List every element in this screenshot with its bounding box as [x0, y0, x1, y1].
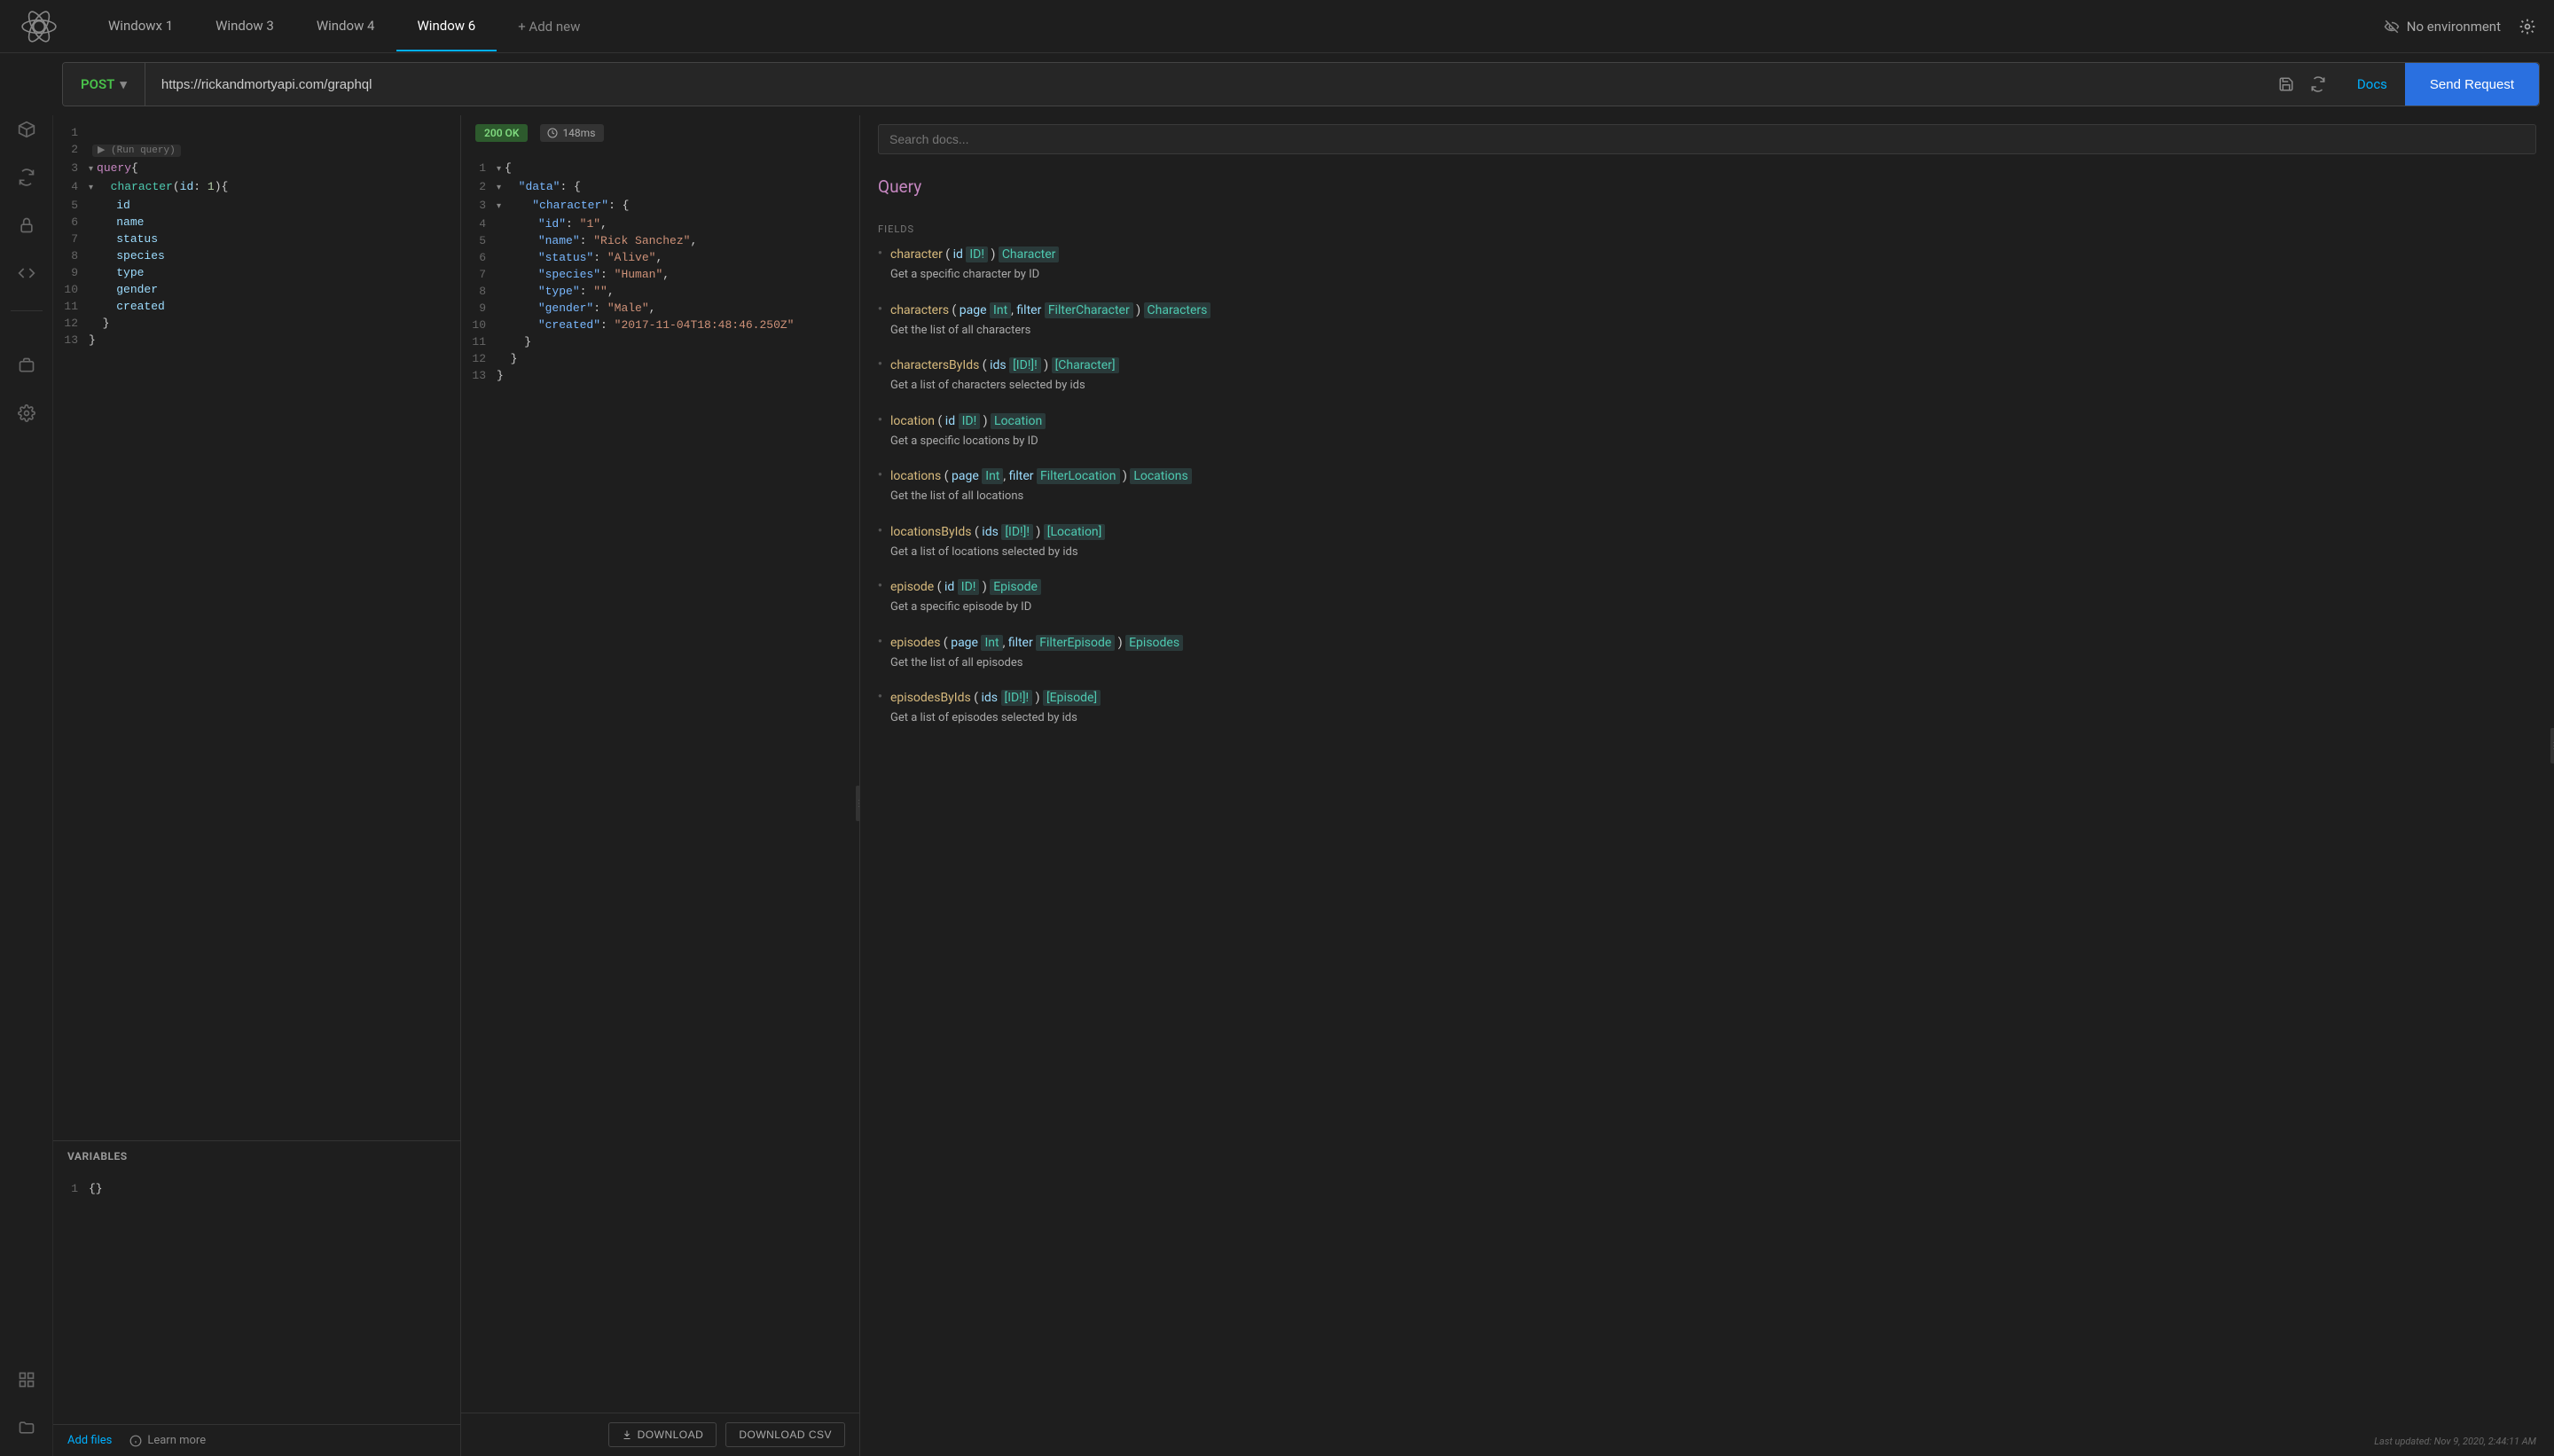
query-footer: Add files Learn more — [53, 1424, 460, 1456]
response-timing: 148ms — [540, 124, 604, 142]
variables-header: VARIABLES — [53, 1141, 460, 1171]
environment-selector[interactable]: No environment — [2384, 19, 2501, 35]
query-pane: 12▶ (Run query)3▾query{4▾ character(id: … — [53, 115, 461, 1456]
learn-more-label: Learn more — [147, 1434, 206, 1447]
http-method-select[interactable]: POST ▾ — [63, 63, 145, 106]
url-input[interactable] — [145, 63, 2265, 106]
variables-content: {} — [89, 1182, 103, 1195]
docs-field-item[interactable]: locationsByIds ( ids [ID!]! ) [Location]… — [878, 523, 2536, 561]
docs-field-item[interactable]: charactersByIds ( ids [ID!]! ) [Characte… — [878, 356, 2536, 395]
window-tab[interactable]: Window 4 — [295, 2, 396, 51]
download-label: DOWNLOAD — [638, 1429, 704, 1441]
download-icon — [622, 1429, 632, 1440]
sidebar — [0, 53, 53, 1456]
download-csv-button[interactable]: DOWNLOAD CSV — [725, 1422, 845, 1447]
learn-more-link[interactable]: Learn more — [129, 1434, 206, 1447]
response-footer: DOWNLOAD DOWNLOAD CSV — [461, 1413, 859, 1456]
sidebar-folder-icon[interactable] — [16, 1417, 37, 1438]
topbar: Windowx 1Window 3Window 4Window 6 + Add … — [0, 0, 2554, 53]
docs-pane: Query FIELDS character ( id ID! ) Charac… — [860, 115, 2554, 1456]
docs-field-item[interactable]: locations ( page Int, filter FilterLocat… — [878, 467, 2536, 505]
sidebar-cube-icon[interactable] — [16, 119, 37, 140]
window-tab[interactable]: Window 3 — [194, 2, 295, 51]
docs-field-item[interactable]: character ( id ID! ) CharacterGet a spec… — [878, 246, 2536, 284]
clock-icon — [547, 128, 558, 138]
settings-button[interactable] — [2519, 18, 2536, 35]
docs-field-item[interactable]: characters ( page Int, filter FilterChar… — [878, 301, 2536, 340]
docs-field-item[interactable]: location ( id ID! ) LocationGet a specif… — [878, 412, 2536, 450]
eye-off-icon — [2384, 19, 2400, 35]
gear-icon — [2519, 18, 2536, 35]
response-header: 200 OK 148ms — [461, 115, 859, 151]
window-tabs: Windowx 1Window 3Window 4Window 6 — [87, 2, 497, 51]
sidebar-code-icon[interactable] — [16, 262, 37, 284]
url-bar-row: POST ▾ Docs Send Request — [0, 53, 2554, 115]
sidebar-settings-icon[interactable] — [16, 403, 37, 424]
send-request-button[interactable]: Send Request — [2405, 63, 2539, 106]
variables-section: VARIABLES 1 {} — [53, 1140, 460, 1424]
info-icon — [129, 1435, 142, 1447]
pane-drag-handle-right[interactable]: ⋮ — [856, 786, 860, 821]
window-tab[interactable]: Window 6 — [396, 2, 497, 51]
docs-root-type[interactable]: Query — [878, 176, 2536, 197]
save-icon — [2278, 76, 2294, 92]
sidebar-lock-icon[interactable] — [16, 215, 37, 236]
docs-search-input[interactable] — [878, 124, 2536, 154]
sidebar-sync-icon[interactable] — [16, 167, 37, 188]
no-env-label: No environment — [2407, 19, 2501, 35]
download-button[interactable]: DOWNLOAD — [608, 1422, 717, 1447]
docs-field-item[interactable]: episode ( id ID! ) EpisodeGet a specific… — [878, 578, 2536, 616]
docs-toggle-button[interactable]: Docs — [2339, 63, 2405, 106]
query-editor[interactable]: 12▶ (Run query)3▾query{4▾ character(id: … — [53, 115, 460, 1140]
response-viewer[interactable]: 1▾{2▾ "data": {3▾ "character": {4 "id": … — [461, 151, 859, 1413]
add-tab-button[interactable]: + Add new — [497, 3, 601, 51]
http-method-label: POST — [81, 76, 114, 92]
response-pane: 200 OK 148ms 1▾{2▾ "data": {3▾ "characte… — [461, 115, 860, 1456]
save-request-button[interactable] — [2278, 76, 2294, 92]
docs-field-item[interactable]: episodes ( page Int, filter FilterEpisod… — [878, 634, 2536, 672]
variables-editor[interactable]: 1 {} — [53, 1171, 460, 1424]
window-tab[interactable]: Windowx 1 — [87, 2, 194, 51]
refresh-button[interactable] — [2310, 76, 2326, 92]
sidebar-briefcase-icon[interactable] — [16, 355, 37, 376]
timing-label: 148ms — [562, 127, 595, 139]
status-badge: 200 OK — [475, 124, 528, 142]
main-content: 12▶ (Run query)3▾query{4▾ character(id: … — [0, 115, 2554, 1456]
docs-section-label: FIELDS — [878, 223, 2536, 235]
app-logo[interactable] — [18, 5, 60, 48]
sidebar-grid-icon[interactable] — [16, 1369, 37, 1390]
refresh-icon — [2310, 76, 2326, 92]
docs-field-item[interactable]: episodesByIds ( ids [ID!]! ) [Episode]Ge… — [878, 689, 2536, 727]
docs-last-updated: Last updated: Nov 9, 2020, 2:44:11 AM — [860, 1427, 2554, 1456]
add-files-link[interactable]: Add files — [67, 1434, 112, 1447]
